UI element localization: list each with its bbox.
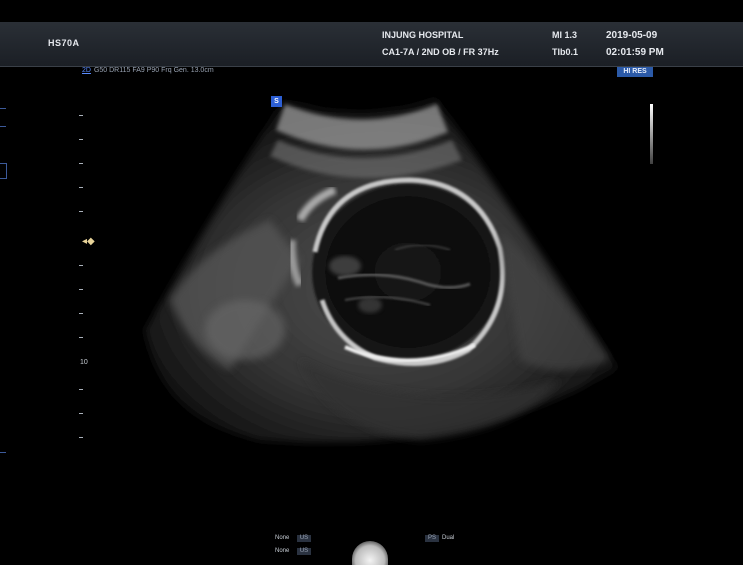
edge-indicator (0, 163, 7, 179)
dual-label[interactable]: Dual (442, 535, 454, 541)
orientation-marker: S (271, 96, 282, 107)
edge-mark (0, 452, 6, 453)
depth-tick (79, 389, 83, 390)
mode-box[interactable]: PS (425, 535, 439, 542)
depth-tick (79, 289, 83, 290)
depth-tick (79, 337, 83, 338)
depth-tick (79, 139, 83, 140)
brain-structure (358, 297, 382, 313)
ultrasound-image (145, 98, 618, 443)
control-row: PS Dual (425, 535, 454, 542)
depth-tick (79, 437, 83, 438)
depth-tick (79, 115, 83, 116)
depth-tick (79, 187, 83, 188)
grayscale-bar (650, 104, 653, 164)
control-row: None US (275, 548, 314, 555)
depth-tick (79, 313, 83, 314)
edge-mark (0, 108, 6, 109)
row-label: None (275, 535, 290, 541)
depth-tick (79, 413, 83, 414)
depth-label: 10 (80, 359, 88, 366)
focus-marker-icon[interactable]: ◂◆ (82, 237, 95, 247)
mode-box[interactable]: US (297, 535, 311, 542)
edge-mark (0, 126, 6, 127)
row-label: None (275, 548, 290, 554)
brain-structure (329, 256, 361, 276)
mode-box[interactable]: US (297, 548, 311, 555)
echo-region (205, 300, 285, 360)
control-row: None US (275, 535, 314, 542)
depth-tick (79, 265, 83, 266)
depth-tick (79, 211, 83, 212)
depth-tick (79, 163, 83, 164)
